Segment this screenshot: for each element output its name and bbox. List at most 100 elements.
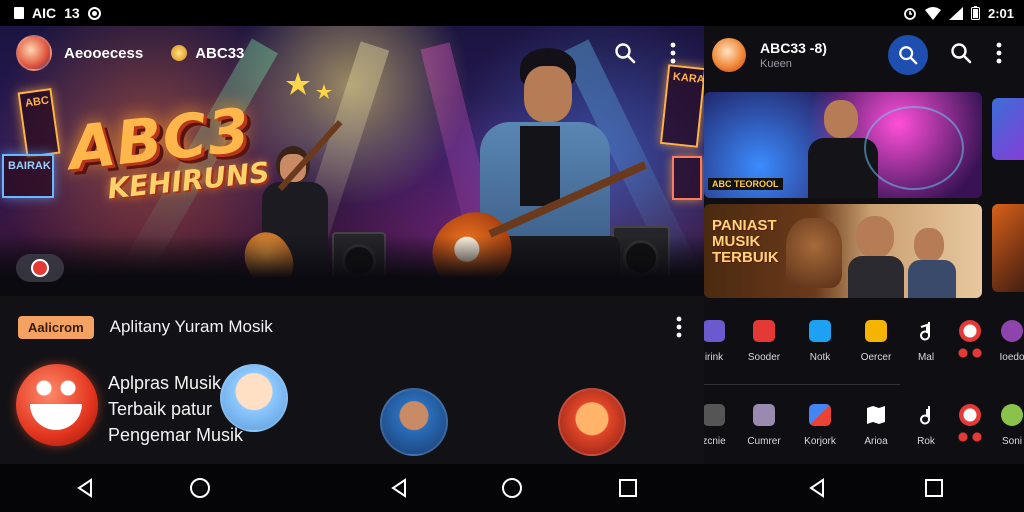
back-button-2[interactable] [388, 476, 412, 500]
app-icon [809, 320, 831, 342]
app-icon [865, 320, 887, 342]
featured-card-peek-2[interactable] [992, 204, 1024, 292]
live-record-button[interactable] [16, 254, 64, 282]
app-shortcut[interactable]: Ioedo [988, 320, 1024, 363]
app-shortcut[interactable]: Notk [796, 320, 844, 363]
app-shortcut[interactable] [946, 404, 994, 442]
status-left: AIC 13 [0, 5, 101, 21]
app-shortcut[interactable]: Arioa [852, 404, 900, 447]
hero-banner[interactable]: ABC BAIRAK KARAOKE ABC3 KEHIRUNS Aeooece… [0, 26, 704, 296]
spark-icon [171, 45, 188, 61]
notification-dots [958, 432, 982, 442]
mascot-thumbnail[interactable] [558, 388, 626, 456]
music-note-icon [920, 406, 930, 425]
status-bar: AIC 13 2:01 [0, 0, 1024, 26]
featured-card-2[interactable]: PANIAST MUSIK TERBUIK [704, 204, 982, 298]
status-text: AIC [32, 5, 57, 21]
recents-button[interactable] [616, 476, 640, 500]
neon-sign-left-2: BAIRAK [2, 154, 54, 198]
app-shortcut[interactable] [946, 320, 994, 358]
home-button-2[interactable] [500, 476, 524, 500]
notification-dots [958, 348, 982, 358]
search-icon [899, 46, 918, 65]
more-vert-icon [996, 42, 1002, 64]
header-badge: ABC33 [195, 44, 245, 62]
search-button[interactable] [612, 40, 638, 66]
app-icon [959, 404, 981, 426]
search-icon [615, 43, 636, 64]
left-app-pane: ABC BAIRAK KARAOKE ABC3 KEHIRUNS Aeooece… [0, 26, 704, 464]
search-icon [951, 43, 972, 64]
promo-line: Pengemar Musik [108, 425, 244, 445]
app-icon [959, 320, 981, 342]
featured-card-1[interactable]: ABC TEOROOL [704, 92, 982, 198]
app-grid-row-1: irink Sooder Notk Oercer Mal Ioedo [704, 320, 1024, 380]
app-grid-row-2: zcnie Cumrer Korjork Arioa Rok Soni [704, 404, 1024, 464]
back-triangle-icon [391, 478, 406, 498]
system-nav-bar [0, 464, 1024, 512]
back-button[interactable] [74, 476, 98, 500]
back-button-3[interactable] [806, 476, 830, 500]
recents-button-2[interactable] [922, 476, 946, 500]
app-shortcut[interactable]: zcnie [704, 404, 738, 447]
neon-sign-right-2 [672, 156, 702, 200]
recents-square-icon [619, 479, 637, 497]
app-shortcut[interactable]: Korjork [796, 404, 844, 447]
app-shortcut[interactable]: Rok [902, 404, 950, 447]
app-icon [1001, 320, 1023, 342]
battery-icon [970, 6, 980, 20]
status-time: 2:01 [987, 5, 1014, 21]
right-app-header: ABC33 -8) Kueen [704, 26, 1024, 84]
app-icon [753, 404, 775, 426]
right-app-title: ABC33 -8) [760, 40, 827, 56]
video-caption-row: Aalicrom Aplitany Yuram Mosik [0, 302, 704, 352]
home-circle-icon [502, 478, 522, 498]
caption-more-button[interactable] [676, 316, 682, 343]
app-avatar[interactable] [16, 35, 52, 71]
hero-logo: ABC3 KEHIRUNS [66, 94, 271, 209]
neon-sign-left: ABC [17, 87, 61, 159]
app-shortcut[interactable]: Oercer [852, 320, 900, 363]
app-icon [704, 320, 725, 342]
caption-tag[interactable]: Aalicrom [18, 315, 94, 339]
back-triangle-icon [77, 478, 92, 498]
promo-row: Aplpras Musik Terbaik patur Pengemar Mus… [0, 358, 704, 464]
app-icon [1001, 404, 1023, 426]
artist-thumbnail[interactable] [380, 388, 448, 456]
app-name: Aeooecess [64, 44, 144, 62]
app-shortcut[interactable]: Mal [902, 320, 950, 363]
right-app-subtitle: Kueen [760, 58, 792, 70]
more-vert-icon [670, 42, 676, 64]
search-button-active[interactable] [888, 35, 928, 75]
more-options-button[interactable] [660, 40, 686, 66]
grid-divider [704, 384, 900, 385]
wifi-icon [924, 6, 941, 20]
app-icon [753, 320, 775, 342]
signal-icon [948, 6, 963, 20]
card-2-title: PANIAST MUSIK TERBUIK [712, 217, 779, 266]
home-circle-icon [190, 478, 210, 498]
left-app-header: Aeooecess ABC33 [0, 26, 704, 80]
app-icon [809, 404, 831, 426]
app-shortcut[interactable]: Soni [988, 404, 1024, 447]
app-shortcut[interactable]: irink [704, 320, 738, 363]
laughing-emoji-icon[interactable] [16, 364, 98, 446]
app-icon [704, 404, 725, 426]
more-options-button[interactable] [996, 42, 1002, 69]
app-shortcut[interactable]: Cumrer [740, 404, 788, 447]
right-app-avatar[interactable] [712, 38, 746, 72]
screen: AIC 13 2:01 ABC BAIRAK KARAOKE ABC3 KEHI… [0, 0, 1024, 512]
sim-card-icon [14, 7, 24, 19]
alarm-icon [904, 8, 916, 20]
home-button[interactable] [188, 476, 212, 500]
right-app-pane: ABC33 -8) Kueen ABC TEOROOL PANIAST MUSI… [704, 26, 1024, 464]
featured-card-peek[interactable] [992, 98, 1024, 160]
search-button[interactable] [950, 42, 972, 69]
caption-title: Aplitany Yuram Mosik [109, 317, 273, 336]
more-vert-icon [676, 316, 682, 338]
crowd-silhouette [0, 236, 704, 296]
app-shortcut[interactable]: Sooder [740, 320, 788, 363]
music-note-icon [920, 322, 930, 341]
profile-thumbnail[interactable] [220, 364, 288, 432]
map-icon [867, 406, 885, 424]
